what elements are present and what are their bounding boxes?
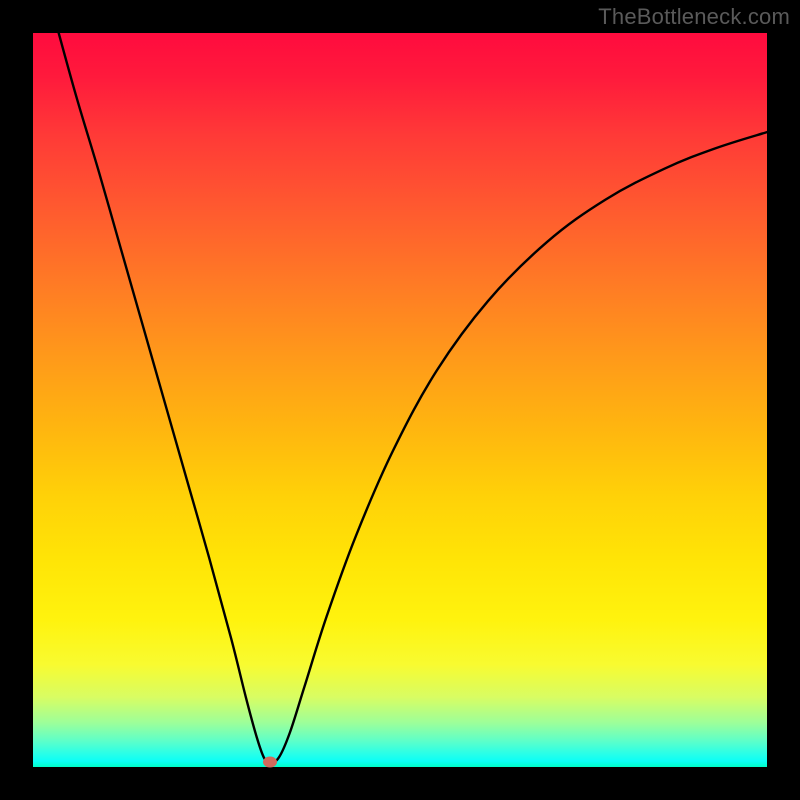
- curve-path: [59, 33, 767, 763]
- chart-plot-area: [33, 33, 767, 767]
- watermark-text: TheBottleneck.com: [598, 4, 790, 30]
- chart-frame: TheBottleneck.com: [0, 0, 800, 800]
- bottleneck-curve: [33, 33, 767, 767]
- minimum-marker: [263, 756, 277, 767]
